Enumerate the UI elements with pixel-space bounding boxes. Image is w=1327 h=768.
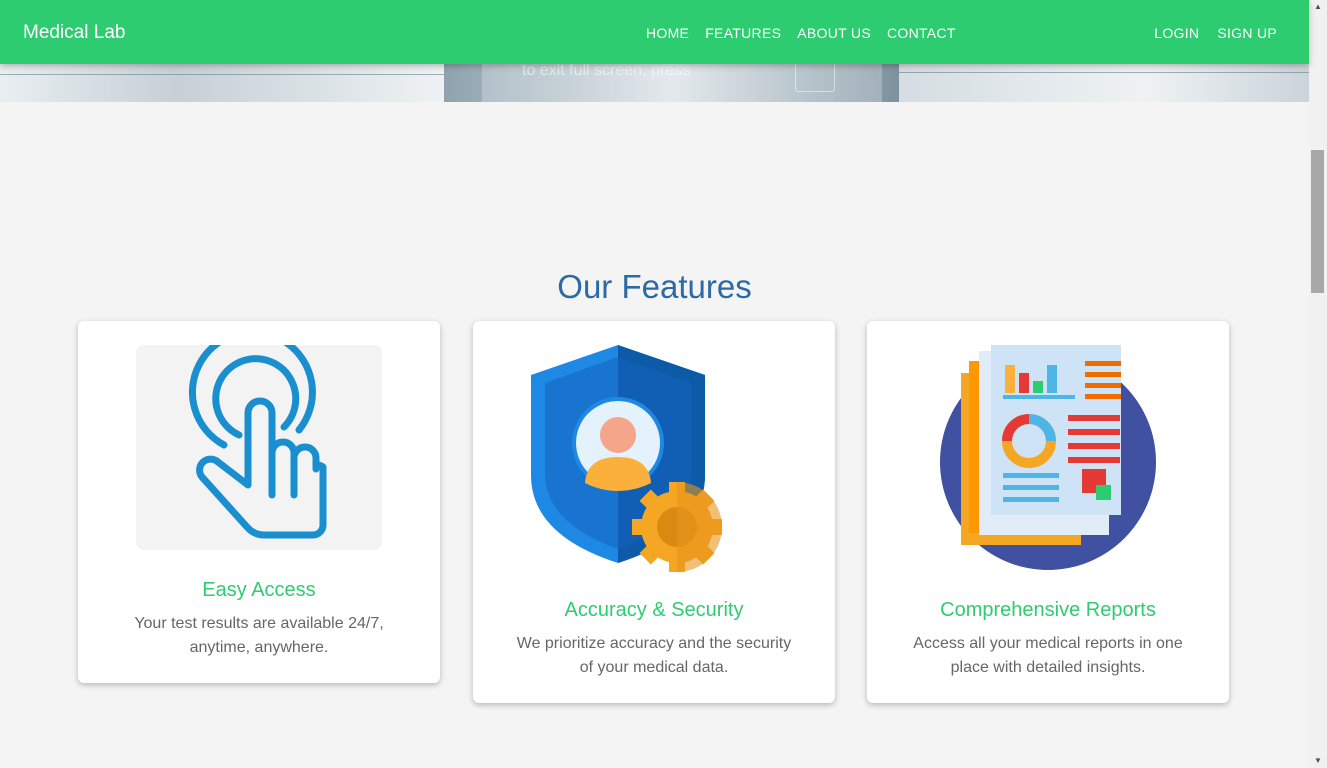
signup-link[interactable]: SIGN UP <box>1217 25 1277 41</box>
nav-features[interactable]: FEATURES <box>705 25 781 41</box>
feature-card-accuracy-security: Accuracy & Security We prioritize accura… <box>473 321 835 703</box>
feature-description: Access all your medical reports in one p… <box>913 635 1183 676</box>
hero-image-left <box>0 64 444 102</box>
scroll-thumb[interactable] <box>1311 150 1324 293</box>
features-title: Our Features <box>557 268 752 305</box>
scroll-down-arrow-icon[interactable]: ▼ <box>1309 754 1327 768</box>
shield-user-gear-icon <box>531 345 777 572</box>
tap-hand-icon <box>136 328 382 550</box>
auth-links: LOGIN SIGN UP <box>1136 25 1277 41</box>
feature-title: Accuracy & Security <box>564 599 744 621</box>
login-link[interactable]: LOGIN <box>1154 25 1199 41</box>
navbar: Medical Lab HOME FEATURES ABOUT US CONTA… <box>0 0 1309 64</box>
nav-home[interactable]: HOME <box>646 25 689 41</box>
hero-image-right <box>899 64 1309 102</box>
feature-title: Easy Access <box>202 579 316 601</box>
feature-description: We prioritize accuracy and the security … <box>516 635 792 676</box>
nav-contact[interactable]: CONTACT <box>887 25 956 41</box>
nav-links: HOME FEATURES ABOUT US CONTACT <box>646 25 972 41</box>
feature-card-comprehensive-reports: Comprehensive Reports Access all your me… <box>867 321 1229 703</box>
vertical-scrollbar[interactable]: ▲ ▼ <box>1309 0 1327 768</box>
scroll-up-arrow-icon[interactable]: ▲ <box>1309 0 1327 14</box>
feature-card-easy-access: Easy Access Your test results are availa… <box>78 321 440 683</box>
brand-logo[interactable]: Medical Lab <box>23 22 125 44</box>
feature-title: Comprehensive Reports <box>940 599 1156 621</box>
fullscreen-notice-text: to exit full screen, press <box>522 62 691 79</box>
nav-about-us[interactable]: ABOUT US <box>797 25 871 41</box>
report-documents-icon <box>925 345 1171 570</box>
feature-description: Your test results are available 24/7, an… <box>134 615 384 656</box>
